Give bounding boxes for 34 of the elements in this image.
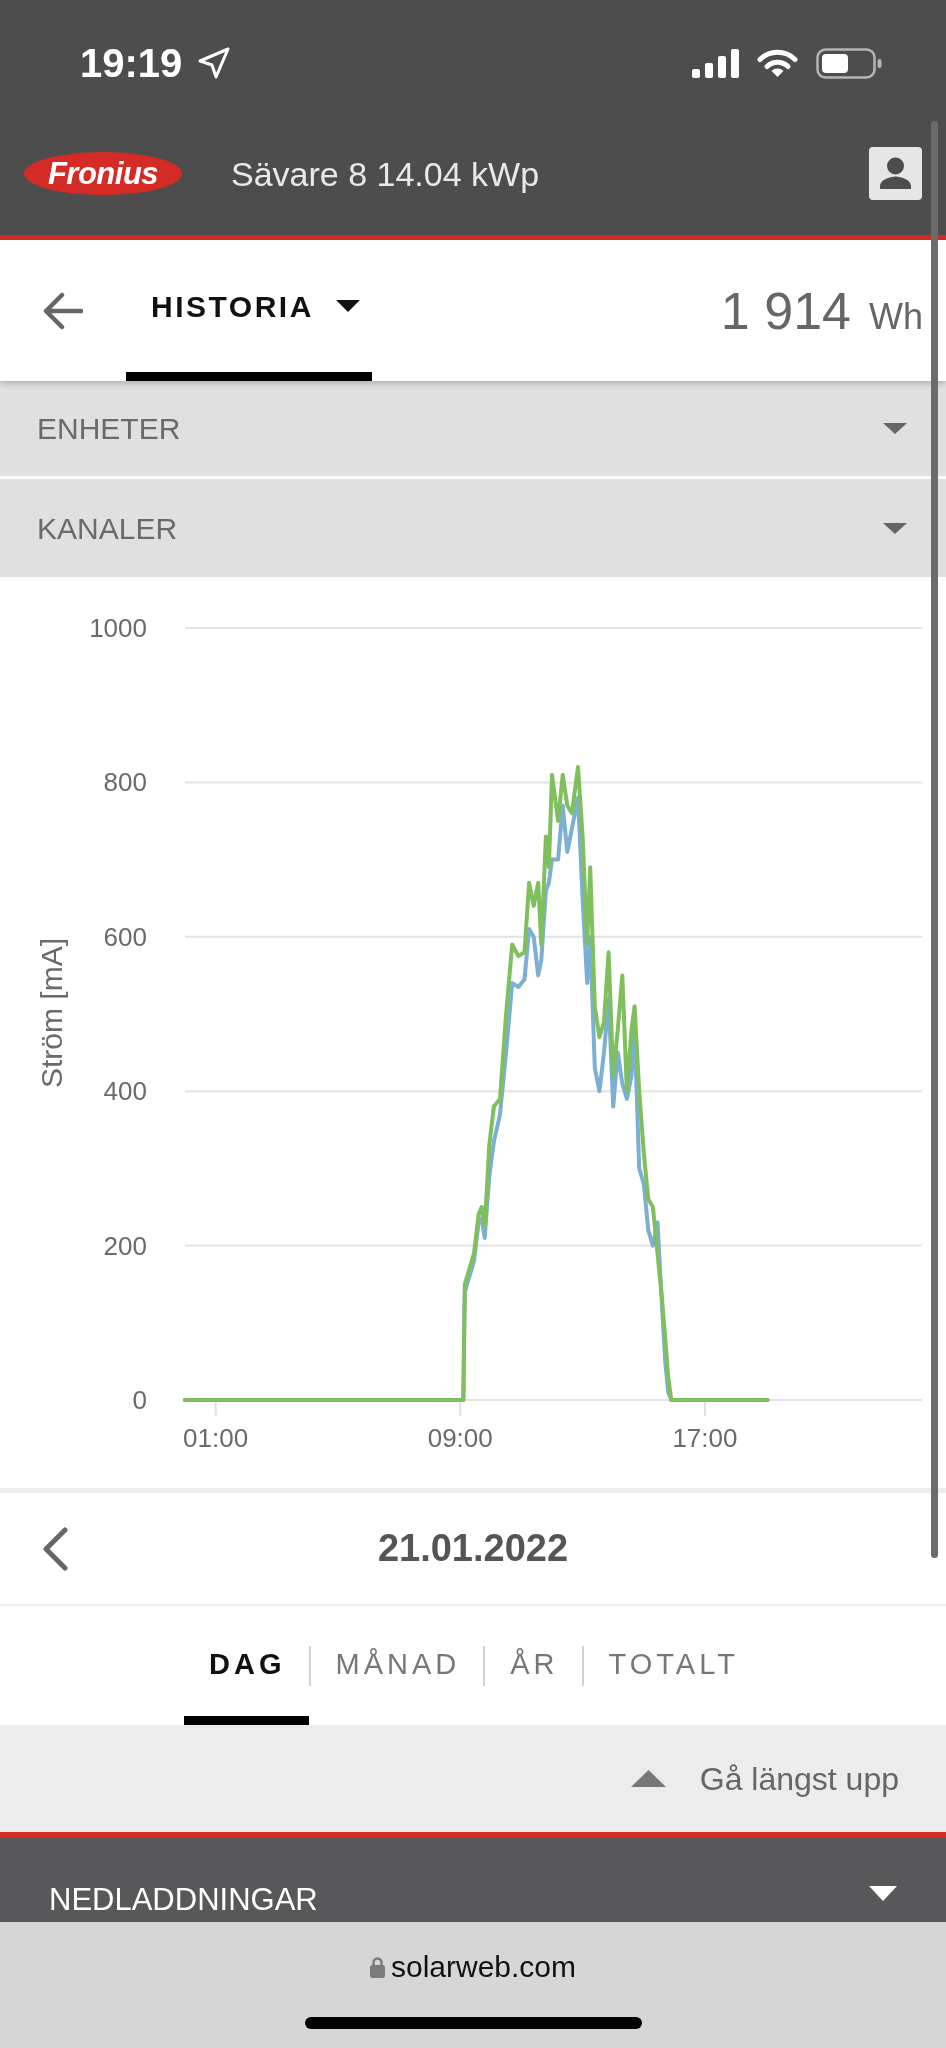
axis-title: Ström [mA] (35, 938, 68, 1088)
axis-tick-label: 17:00 (672, 1423, 738, 1453)
axis-tick-label: 09:00 (427, 1423, 493, 1453)
axis-tick-label: 600 (103, 921, 147, 952)
back-arrow-icon[interactable] (43, 291, 83, 330)
location-arrow-icon (198, 47, 231, 79)
profile-icon[interactable] (869, 147, 922, 200)
unit-label: Wh (869, 298, 923, 335)
caret-down-icon (335, 300, 360, 312)
period-tab[interactable]: ÅR (485, 1606, 582, 1725)
axis-tick-label: 200 (103, 1230, 147, 1261)
axis-tick-label: 1000 (89, 613, 147, 643)
axis-tick-label: 800 (103, 767, 147, 798)
scroll-to-top-link[interactable]: Gå längst upp (630, 1754, 899, 1803)
clock-time: 19:19 (80, 43, 183, 83)
axis-tick-label: 400 (103, 1076, 147, 1107)
period-tab[interactable]: MÅNAD (310, 1606, 484, 1725)
wifi-icon (757, 49, 798, 77)
lock-icon (369, 1956, 385, 1978)
accordion-header[interactable]: KANALER (0, 476, 946, 577)
logo[interactable]: Fronius (24, 152, 182, 195)
energy-total: 1 914 (720, 284, 851, 337)
date-label: 21.01.2022 (377, 1526, 569, 1571)
signal-icon (692, 48, 739, 78)
url-text[interactable]: solarweb.com (390, 1952, 577, 1982)
caret-up-icon (630, 1770, 666, 1787)
battery-icon (816, 47, 882, 79)
axis-tick-label: 0 (132, 1385, 147, 1415)
axis-tick-label: 01:00 (183, 1423, 249, 1453)
accordion-header[interactable]: NEDLADDNINGAR (0, 1832, 946, 1922)
period-tab[interactable]: TOTALT (583, 1606, 762, 1725)
chevron-left-icon[interactable] (42, 1526, 68, 1571)
site-title: Sävare 8 14.04 kWp (231, 156, 540, 191)
accordion-header[interactable]: ENHETER (0, 381, 946, 476)
